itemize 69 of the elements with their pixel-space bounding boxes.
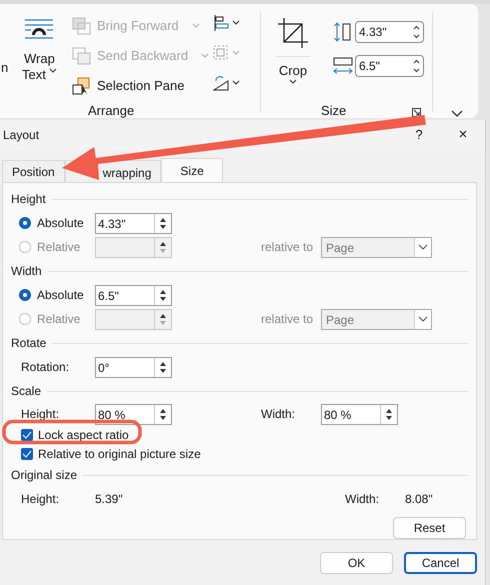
group-label: Size [321, 103, 346, 118]
shape-width-icon [333, 55, 353, 77]
field-label: Height: [21, 492, 60, 506]
number-field[interactable]: 6.5" [95, 284, 172, 306]
ok-button[interactable]: OK [320, 552, 393, 574]
field-label: Height: [21, 407, 60, 421]
shape-height-icon [333, 21, 353, 43]
width-field[interactable]: 6.5" [355, 55, 424, 77]
checkbox[interactable] [21, 429, 33, 441]
field-label: relative to [261, 240, 314, 254]
bring-forward-icon [72, 16, 92, 34]
chevron-icon [418, 316, 428, 322]
radio-button[interactable] [19, 217, 31, 229]
spin-icon [413, 59, 420, 73]
option-label: Absolute [37, 216, 85, 230]
chevron-icon [289, 79, 297, 84]
group-icon [213, 45, 241, 61]
chevron-icon [451, 110, 463, 117]
chevron-icon [192, 23, 200, 28]
selection-pane-icon [72, 76, 92, 94]
option-label: Relative [37, 240, 82, 254]
option-label: Absolute [37, 288, 85, 302]
height-field[interactable]: 4.33" [355, 21, 424, 43]
field-label: Width: [345, 492, 380, 506]
number-field[interactable] [95, 308, 172, 330]
spin-icon [413, 25, 420, 39]
window-title: Layout [3, 128, 40, 142]
send-backward-icon [72, 46, 92, 64]
wrap-text-button[interactable]: Wrap Text [22, 18, 57, 83]
tab[interactable]: wrapping [100, 160, 162, 182]
checkbox[interactable] [21, 448, 33, 460]
reset-button[interactable]: Reset [393, 517, 466, 539]
crop-icon [278, 18, 308, 48]
ribbon-label: n [1, 60, 8, 75]
field-label: relative to [261, 312, 314, 326]
chevron-icon [48, 68, 57, 73]
chevron-icon [201, 53, 210, 58]
section-heading: Original size [11, 468, 78, 482]
launcher-icon [412, 108, 421, 117]
chevron-icon [418, 244, 428, 250]
crop-button[interactable]: Crop [276, 18, 310, 84]
number-field[interactable]: 4.33" [95, 212, 172, 234]
value-text: 8.08" [405, 492, 433, 506]
close-button[interactable]: × [455, 126, 471, 144]
tab[interactable]: Size [161, 158, 223, 182]
option-label: Relative [37, 312, 82, 326]
cancel-button[interactable]: Cancel [404, 552, 477, 574]
number-field[interactable]: 0° [95, 356, 172, 378]
value-text: 5.39" [95, 492, 124, 506]
field-label: Width: [261, 407, 296, 421]
arrange-button[interactable]: Selection Pane [72, 74, 210, 97]
radio-button[interactable] [19, 289, 31, 301]
rotate-button[interactable] [213, 75, 241, 91]
section-heading: Width [11, 264, 42, 278]
section-heading: Height [11, 192, 46, 206]
rotate-icon [213, 75, 241, 91]
number-field[interactable] [95, 236, 172, 258]
checkbox-label: Lock aspect ratio [38, 428, 129, 442]
field-label: Rotation: [21, 360, 70, 374]
help-button[interactable]: ? [411, 126, 427, 144]
tab[interactable]: Position [2, 160, 65, 182]
number-field[interactable]: 80 % [321, 404, 398, 424]
checkbox-label: Relative to original picture size [38, 447, 201, 461]
section-heading: Scale [11, 384, 42, 398]
section-heading: Rotate [11, 336, 46, 350]
number-field[interactable]: 80 % [95, 404, 172, 424]
group-label: Arrange [88, 103, 134, 118]
align-button[interactable] [213, 15, 241, 31]
align-icon [213, 15, 241, 31]
